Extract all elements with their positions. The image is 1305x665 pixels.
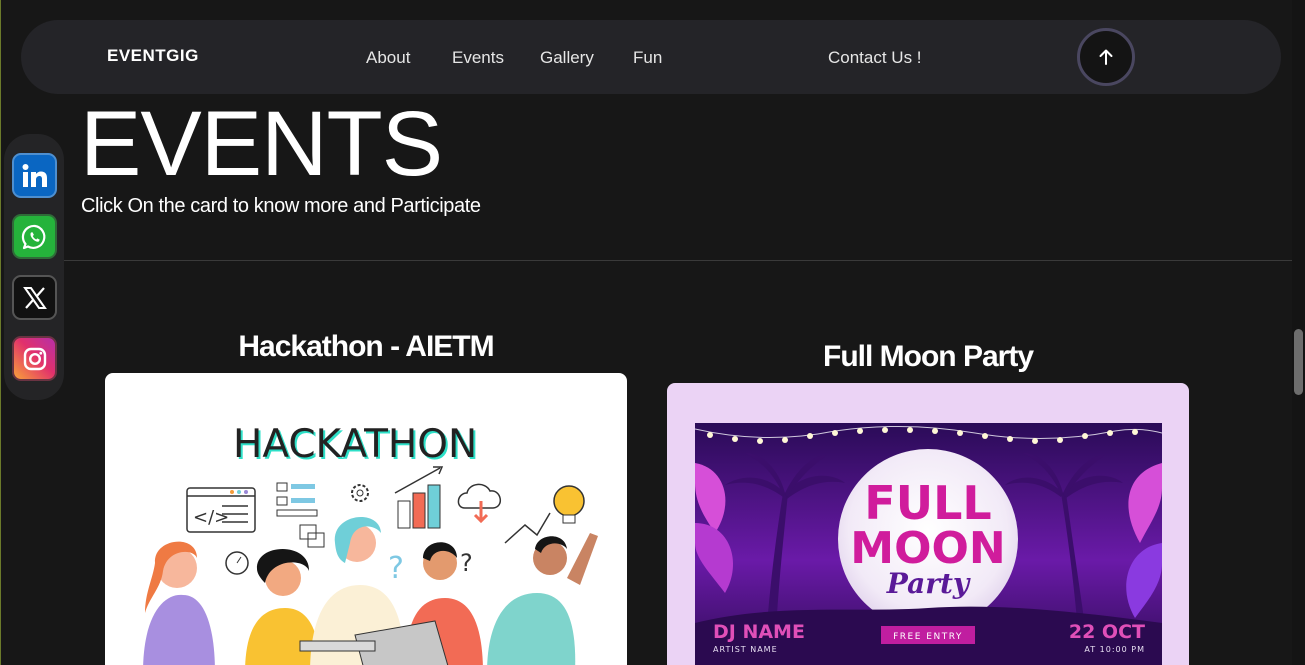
- page-title: EVENTS: [80, 93, 443, 195]
- nav-about-link[interactable]: About: [366, 48, 410, 68]
- illustration-title: HACKATHON: [233, 422, 477, 467]
- svg-text:</>: </>: [193, 507, 229, 528]
- linkedin-icon: [22, 163, 47, 187]
- full-moon-poster: FULL MOON Party DJ NAME ARTIST NAME FREE…: [695, 423, 1162, 665]
- navbar: EVENTGIG About Events Gallery Fun Contac…: [21, 20, 1281, 94]
- scroll-top-button[interactable]: [1077, 28, 1135, 86]
- x-icon: [22, 286, 47, 309]
- nav-events-link[interactable]: Events: [452, 48, 504, 68]
- event-card-title[interactable]: Hackathon - AIETM: [105, 330, 627, 364]
- nav-contact-link[interactable]: Contact Us !: [828, 48, 922, 68]
- hackathon-illustration: HACKATHON HACKATHON </> ? ?: [143, 422, 598, 665]
- window-edge: [0, 0, 1, 665]
- poster-line-party: Party: [886, 567, 971, 600]
- event-card-full-moon[interactable]: FULL MOON Party DJ NAME ARTIST NAME FREE…: [667, 383, 1189, 665]
- divider: [64, 260, 1292, 261]
- logo[interactable]: EVENTGIG: [107, 46, 199, 66]
- event-card-title[interactable]: Full Moon Party: [667, 340, 1189, 374]
- scrollbar-thumb[interactable]: [1294, 329, 1303, 395]
- poster-date: 22 OCT: [1069, 621, 1145, 643]
- whatsapp-button[interactable]: [12, 214, 57, 259]
- nav-gallery-link[interactable]: Gallery: [540, 48, 594, 68]
- whatsapp-icon: [21, 224, 45, 249]
- nav-fun-link[interactable]: Fun: [633, 48, 662, 68]
- poster-time: AT 10:00 PM: [1084, 645, 1145, 654]
- linkedin-button[interactable]: [12, 153, 57, 198]
- poster-line-full: FULL: [864, 476, 991, 530]
- instagram-icon: [23, 347, 46, 370]
- poster-artist-name: ARTIST NAME: [713, 645, 778, 654]
- svg-text:?: ?: [388, 551, 404, 586]
- svg-text:?: ?: [460, 549, 473, 577]
- event-card-hackathon[interactable]: HACKATHON HACKATHON </> ? ?: [105, 373, 627, 665]
- social-sidebar: [4, 134, 64, 400]
- poster-dj-name: DJ NAME: [713, 621, 805, 643]
- x-button[interactable]: [12, 275, 57, 320]
- page-subtitle: Click On the card to know more and Parti…: [81, 195, 481, 217]
- instagram-button[interactable]: [12, 336, 57, 381]
- arrow-up-icon: [1099, 49, 1113, 65]
- poster-free-entry: FREE ENTRY: [893, 632, 963, 642]
